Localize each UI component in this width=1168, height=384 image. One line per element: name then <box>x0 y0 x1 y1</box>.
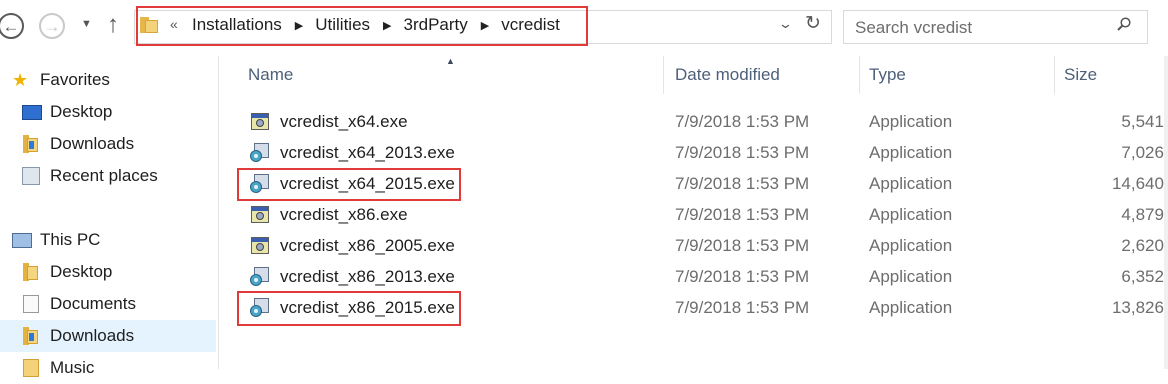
breadcrumb-separator-icon[interactable]: ▶ <box>481 19 489 32</box>
up-button[interactable]: ↑ <box>107 11 119 39</box>
nav-item-desktop[interactable]: Desktop <box>0 96 216 128</box>
breadcrumb-vcredist[interactable]: vcredist <box>501 15 560 35</box>
file-date-modified: 7/9/2018 1:53 PM <box>675 297 810 317</box>
setup-icon <box>250 112 270 131</box>
refresh-icon[interactable]: ↻ <box>805 12 821 35</box>
forward-arrow-icon: → <box>43 16 61 36</box>
file-date-modified: 7/9/2018 1:53 PM <box>675 142 810 162</box>
file-name: vcredist_x64.exe <box>280 111 408 131</box>
recent-locations-dropdown[interactable]: ▼ <box>81 18 92 30</box>
pc-icon <box>12 233 32 248</box>
file-date-modified: 7/9/2018 1:53 PM <box>675 111 810 131</box>
nav-item-favorites[interactable]: ★ Favorites <box>0 64 216 96</box>
file-date-modified: 7/9/2018 1:53 PM <box>675 266 810 286</box>
chevron-down-icon[interactable]: ⌄ <box>778 16 793 32</box>
back-arrow-icon: ← <box>2 16 20 36</box>
column-header-name[interactable]: Name <box>248 56 293 94</box>
nav-item-label: Downloads <box>50 326 135 345</box>
documents-icon <box>23 295 39 313</box>
file-size: 7,026 K <box>1121 142 1168 162</box>
file-type: Application <box>869 142 953 162</box>
file-size: 14,640 K <box>1111 173 1168 193</box>
nav-item-label: Documents <box>50 294 136 313</box>
sort-ascending-icon: ▲ <box>446 56 455 66</box>
column-divider[interactable] <box>1054 56 1055 94</box>
file-type: Application <box>869 173 953 193</box>
nav-item-recent-places[interactable]: Recent places <box>0 160 216 192</box>
column-divider[interactable] <box>663 56 664 94</box>
breadcrumb-overflow[interactable]: « <box>170 16 178 32</box>
file-size: 2,620 K <box>1121 235 1168 255</box>
column-header-date[interactable]: Date modified <box>675 56 780 94</box>
file-size: 13,826 K <box>1111 297 1168 317</box>
nav-item-label: Desktop <box>50 102 113 121</box>
column-header-size[interactable]: Size <box>1064 56 1097 94</box>
installer-package-icon <box>250 143 270 162</box>
search-icon[interactable] <box>1117 17 1131 31</box>
nav-item-label: Downloads <box>50 134 135 153</box>
installer-package-icon <box>250 267 270 286</box>
nav-item-label: Favorites <box>40 70 110 89</box>
column-divider[interactable] <box>859 56 860 94</box>
downloads-folder-icon <box>23 327 39 345</box>
breadcrumb-separator-icon[interactable]: ▶ <box>383 19 391 32</box>
file-size: 6,352 K <box>1121 266 1168 286</box>
table-row[interactable]: vcredist_x86.exe 7/9/2018 1:53 PM Applicat… <box>219 199 1168 230</box>
breadcrumb-3rdparty[interactable]: 3rdParty <box>404 15 468 35</box>
nav-item-music[interactable]: Music <box>0 352 216 384</box>
file-date-modified: 7/9/2018 1:53 PM <box>675 204 810 224</box>
file-type: Application <box>869 266 953 286</box>
search-input[interactable]: Search vcredist <box>855 18 972 38</box>
forward-button[interactable]: → <box>39 13 65 39</box>
nav-item-label: Music <box>50 358 95 377</box>
downloads-folder-icon <box>23 135 39 153</box>
setup-icon <box>250 205 270 224</box>
file-size: 4,879 K <box>1121 204 1168 224</box>
nav-item-documents[interactable]: Documents <box>0 288 216 320</box>
breadcrumb-separator-icon[interactable]: ▶ <box>295 19 303 32</box>
table-row[interactable]: vcredist_x64.exe 7/9/2018 1:53 PM Applicat… <box>219 106 1168 137</box>
scrollbar[interactable] <box>1164 56 1168 369</box>
table-row[interactable]: vcredist_x64_2013.exe 7/9/2018 1:53 PM App… <box>219 137 1168 168</box>
navigation-pane: ★ Favorites Desktop Downloads Recent pla… <box>0 56 217 377</box>
file-type: Application <box>869 204 953 224</box>
column-header-type[interactable]: Type <box>869 56 906 94</box>
folder-icon <box>140 17 160 33</box>
nav-item-downloads[interactable]: Downloads <box>0 128 216 160</box>
folder-icon <box>23 263 39 281</box>
breadcrumb-utilities[interactable]: Utilities <box>315 15 370 35</box>
file-type: Application <box>869 297 953 317</box>
recent-places-icon <box>22 167 40 185</box>
file-name: vcredist_x64_2013.exe <box>280 142 455 162</box>
breadcrumb: Installations ▶ Utilities ▶ 3rdParty ▶ v… <box>192 15 560 35</box>
file-name: vcredist_x86.exe <box>280 204 408 224</box>
star-icon: ★ <box>12 70 29 90</box>
music-folder-icon <box>23 359 39 377</box>
file-name: vcredist_x86_2005.exe <box>280 235 455 255</box>
file-type: Application <box>869 235 953 255</box>
setup-icon <box>250 236 270 255</box>
back-button[interactable]: ← <box>0 13 24 39</box>
nav-item-pc-desktop[interactable]: Desktop <box>0 256 216 288</box>
desktop-icon <box>22 105 42 120</box>
breadcrumb-installations[interactable]: Installations <box>192 15 282 35</box>
annotation-box-x64-2015 <box>237 168 461 201</box>
nav-item-label: Recent places <box>50 166 158 185</box>
nav-item-this-pc[interactable]: This PC <box>0 224 216 256</box>
up-arrow-icon: ↑ <box>107 11 119 38</box>
toolbar: ← → ▼ ↑ « Installations ▶ Utilities ▶ 3r… <box>0 0 1168 56</box>
file-type: Application <box>869 111 953 131</box>
nav-item-label: Desktop <box>50 262 113 281</box>
nav-item-pc-downloads[interactable]: Downloads <box>0 320 216 352</box>
file-size: 5,541 K <box>1121 111 1168 131</box>
file-name: vcredist_x86_2013.exe <box>280 266 455 286</box>
nav-item-label: This PC <box>40 230 101 249</box>
file-date-modified: 7/9/2018 1:53 PM <box>675 173 810 193</box>
file-date-modified: 7/9/2018 1:53 PM <box>675 235 810 255</box>
column-headers: Name Date modified Type Size <box>219 56 1168 94</box>
table-row[interactable]: vcredist_x86_2005.exe 7/9/2018 1:53 PM App… <box>219 230 1168 261</box>
table-row[interactable]: vcredist_x86_2013.exe 7/9/2018 1:53 PM App… <box>219 261 1168 292</box>
annotation-box-x86-2015 <box>237 291 461 326</box>
